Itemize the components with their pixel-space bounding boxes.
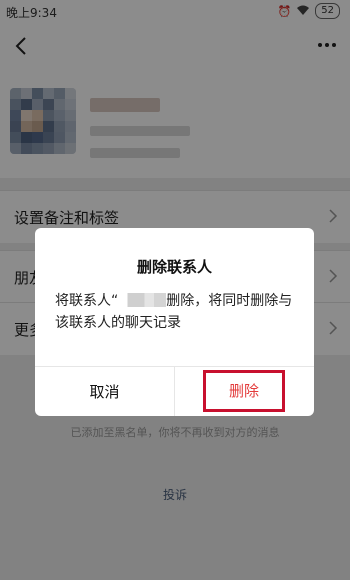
cancel-button[interactable]: 取消 bbox=[35, 367, 175, 416]
blurred-contact-name bbox=[118, 293, 167, 307]
dialog-message: 将联系人“ 删除，将同时删除与该联系人的聊天记录 bbox=[55, 290, 301, 334]
dialog-message-prefix: 将联系人“ bbox=[55, 293, 119, 309]
delete-button[interactable]: 删除 bbox=[203, 370, 285, 412]
dialog-title: 删除联系人 bbox=[136, 258, 212, 276]
dialog-actions: 取消 删除 bbox=[35, 366, 314, 416]
delete-contact-dialog: 删除联系人 将联系人“ 删除，将同时删除与该联系人的聊天记录 取消 删除 bbox=[35, 228, 314, 416]
